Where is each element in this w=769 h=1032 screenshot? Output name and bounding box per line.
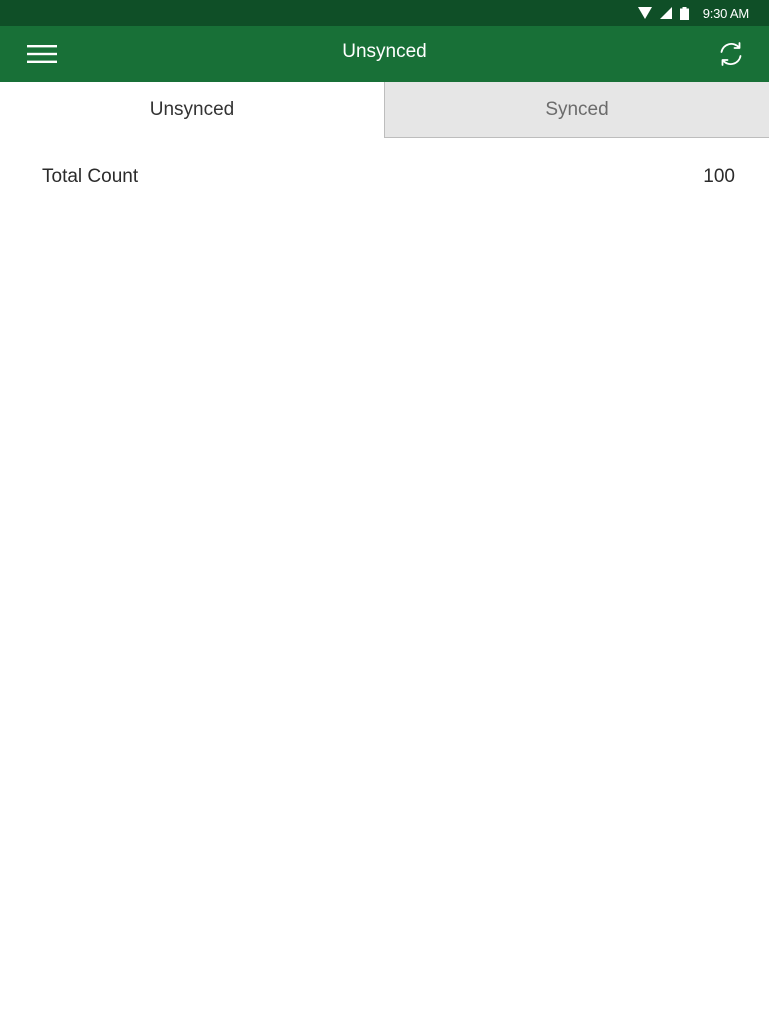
status-bar: 9:30 AM	[0, 0, 769, 26]
page-title: Unsynced	[342, 41, 427, 62]
app-bar: Unsynced	[0, 26, 769, 82]
battery-icon	[679, 6, 689, 20]
tab-unsynced[interactable]: Unsynced	[0, 82, 384, 138]
status-time: 9:30 AM	[702, 5, 749, 21]
total-count-row: Total Count 100	[42, 160, 735, 194]
signal-icon	[659, 7, 672, 19]
tab-synced[interactable]: Synced	[384, 82, 769, 138]
wifi-icon	[637, 7, 652, 19]
total-count-label: Total Count	[42, 166, 139, 187]
refresh-button[interactable]	[711, 34, 751, 74]
total-count-value: 100	[703, 166, 735, 187]
refresh-icon	[717, 40, 745, 68]
status-icons: 9:30 AM	[637, 5, 749, 21]
tab-bar: Unsynced Synced	[0, 82, 769, 138]
